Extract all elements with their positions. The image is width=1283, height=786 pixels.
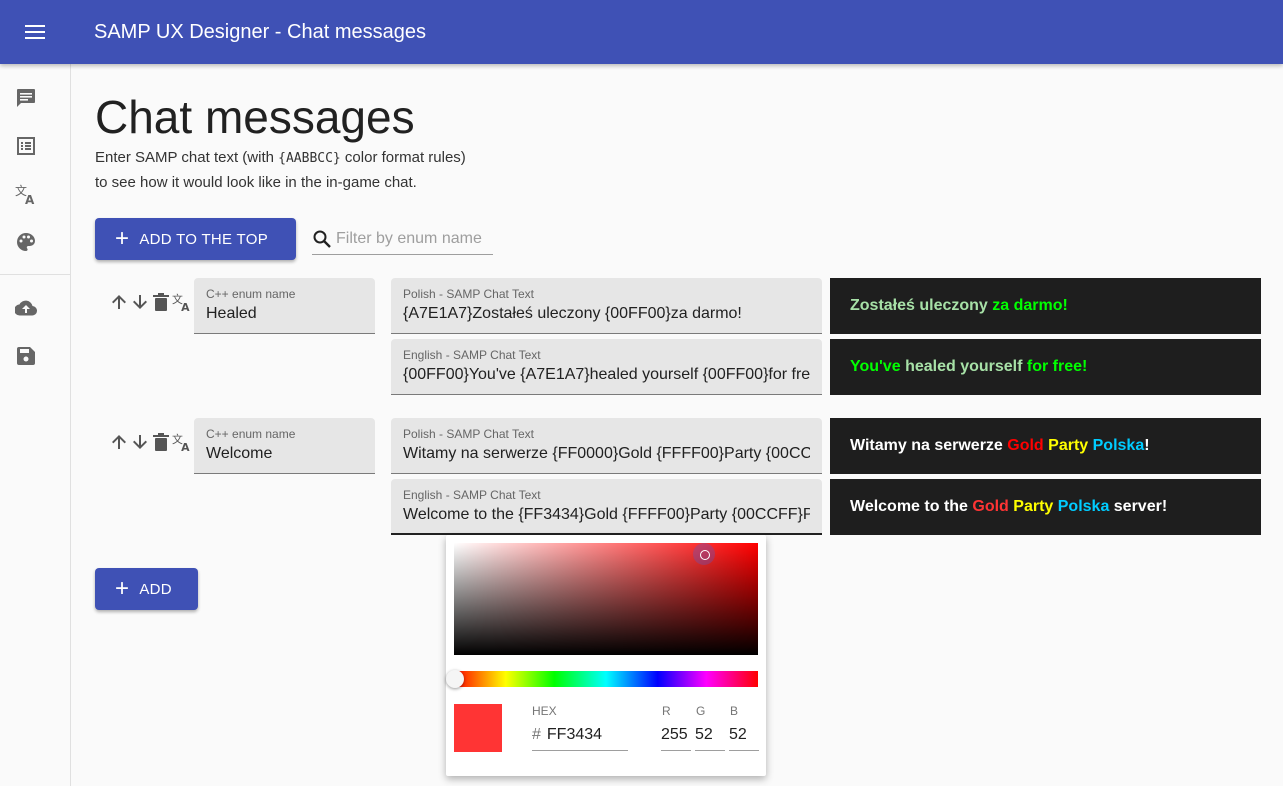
filter-input[interactable] <box>336 230 486 248</box>
english-text-field[interactable]: English - SAMP Chat Text {00FF00}You've … <box>391 339 822 395</box>
chat-preview-segment: Party <box>1013 498 1058 515</box>
translate-icon[interactable]: 文A <box>172 430 192 454</box>
translate-icon[interactable]: 文A <box>14 182 38 206</box>
desc-text: to see how it would look like in the in-… <box>95 174 417 191</box>
search-icon <box>312 229 332 249</box>
r-input[interactable]: 255 <box>661 726 691 751</box>
color-picker: HEX # FF3434 R 255 G 52 B 52 <box>446 535 766 776</box>
save-icon[interactable] <box>14 344 38 368</box>
add-button[interactable]: + ADD <box>95 568 198 610</box>
enum-name-field[interactable]: C++ enum name Healed <box>194 278 375 334</box>
sidebar-divider <box>0 274 70 275</box>
palette-icon[interactable] <box>14 230 38 254</box>
enum-name-field[interactable]: C++ enum name Welcome <box>194 418 375 474</box>
chat-preview-segment: healed yourself <box>905 358 1027 375</box>
saturation-cursor[interactable] <box>693 543 715 565</box>
arrow-up-icon[interactable] <box>109 290 129 314</box>
chat-preview-segment: Polska <box>1057 498 1114 515</box>
page-description: Enter SAMP chat text (with {AABBCC} colo… <box>95 146 466 195</box>
desc-text: color format rules) <box>340 149 466 166</box>
enum-name-label: C++ enum name <box>206 287 296 301</box>
desc-text: Enter SAMP chat text (with <box>95 149 279 166</box>
color-swatch <box>454 704 502 752</box>
arrow-up-icon[interactable] <box>109 430 129 454</box>
hue-slider[interactable] <box>454 671 758 687</box>
polish-text-value[interactable]: Witamy na serwerze {FF0000}Gold {FFFF00}… <box>403 445 810 463</box>
polish-text-field[interactable]: Polish - SAMP Chat Text {A7E1A7}Zostałeś… <box>391 278 822 334</box>
hex-value[interactable]: FF3434 <box>547 726 602 743</box>
chat-preview-segment: Zostałeś uleczony <box>850 297 993 314</box>
enum-name-label: C++ enum name <box>206 427 296 441</box>
chat-preview-segment: Gold <box>972 498 1014 515</box>
hex-input[interactable]: # FF3434 <box>532 726 628 751</box>
chat-preview-segment: Gold <box>1007 437 1049 454</box>
delete-icon[interactable] <box>151 290 171 314</box>
hue-slider-thumb[interactable] <box>446 670 464 688</box>
row-actions: 文A <box>109 290 192 314</box>
add-to-top-button[interactable]: + ADD TO THE TOP <box>95 218 296 260</box>
svg-text:A: A <box>181 441 190 453</box>
chat-preview-segment: You've <box>850 358 906 375</box>
desc-code: {AABBCC} <box>278 151 341 166</box>
svg-text:A: A <box>181 301 190 313</box>
cloud-upload-icon[interactable] <box>14 296 38 320</box>
b-label: B <box>730 704 739 718</box>
chat-preview-segment: server! <box>1113 498 1168 515</box>
arrow-down-icon[interactable] <box>130 430 150 454</box>
add-label: ADD <box>139 580 172 598</box>
chat-preview-segment: Welcome to the <box>850 498 973 515</box>
polish-text-label: Polish - SAMP Chat Text <box>403 427 534 441</box>
arrow-down-icon[interactable] <box>130 290 150 314</box>
hash-symbol: # <box>532 726 541 743</box>
english-text-label: English - SAMP Chat Text <box>403 348 541 362</box>
app-title: SAMP UX Designer - Chat messages <box>94 20 426 43</box>
g-input[interactable]: 52 <box>695 726 725 751</box>
chat-preview-segment: Witamy na serwerze <box>850 437 1008 454</box>
enum-name-value[interactable]: Welcome <box>206 445 272 463</box>
chat-preview: You've healed yourself for free! <box>830 339 1261 395</box>
menu-icon[interactable] <box>0 0 70 64</box>
sidebar-nav: 文A <box>0 64 71 786</box>
page-title: Chat messages <box>95 91 415 143</box>
chat-preview-segment: Polska <box>1092 437 1145 454</box>
chat-icon[interactable] <box>14 86 38 110</box>
hex-label: HEX <box>532 704 557 718</box>
plus-icon: + <box>115 575 130 602</box>
b-input[interactable]: 52 <box>729 726 759 751</box>
chat-preview: Welcome to the Gold Party Polska server! <box>830 479 1261 535</box>
filter-field[interactable] <box>312 224 493 255</box>
svg-text:A: A <box>25 193 35 205</box>
english-text-field[interactable]: English - SAMP Chat Text Welcome to the … <box>391 479 822 535</box>
chat-preview: Zostałeś uleczony za darmo! <box>830 278 1261 334</box>
translate-icon[interactable]: 文A <box>172 290 192 314</box>
english-text-label: English - SAMP Chat Text <box>403 488 541 502</box>
polish-text-value[interactable]: {A7E1A7}Zostałeś uleczony {00FF00}za dar… <box>403 305 810 323</box>
enum-name-value[interactable]: Healed <box>206 305 257 323</box>
english-text-value[interactable]: Welcome to the {FF3434}Gold {FFFF00}Part… <box>403 506 810 524</box>
delete-icon[interactable] <box>151 430 171 454</box>
chat-preview-segment: for free! <box>1026 358 1088 375</box>
list-icon[interactable] <box>14 134 38 158</box>
r-label: R <box>662 704 671 718</box>
polish-text-label: Polish - SAMP Chat Text <box>403 287 534 301</box>
add-to-top-label: ADD TO THE TOP <box>139 230 269 248</box>
chat-preview-segment: ! <box>1144 437 1150 454</box>
chat-preview-segment: za darmo! <box>992 297 1068 314</box>
chat-preview-segment: Party <box>1048 437 1093 454</box>
g-label: G <box>696 704 706 718</box>
english-text-value[interactable]: {00FF00}You've {A7E1A7}healed yourself {… <box>403 366 810 384</box>
chat-preview: Witamy na serwerze Gold Party Polska! <box>830 418 1261 474</box>
row-actions: 文A <box>109 430 192 454</box>
plus-icon: + <box>115 225 130 252</box>
app-bar: SAMP UX Designer - Chat messages <box>0 0 1283 64</box>
polish-text-field[interactable]: Polish - SAMP Chat Text Witamy na serwer… <box>391 418 822 474</box>
saturation-value-area[interactable] <box>454 543 758 655</box>
